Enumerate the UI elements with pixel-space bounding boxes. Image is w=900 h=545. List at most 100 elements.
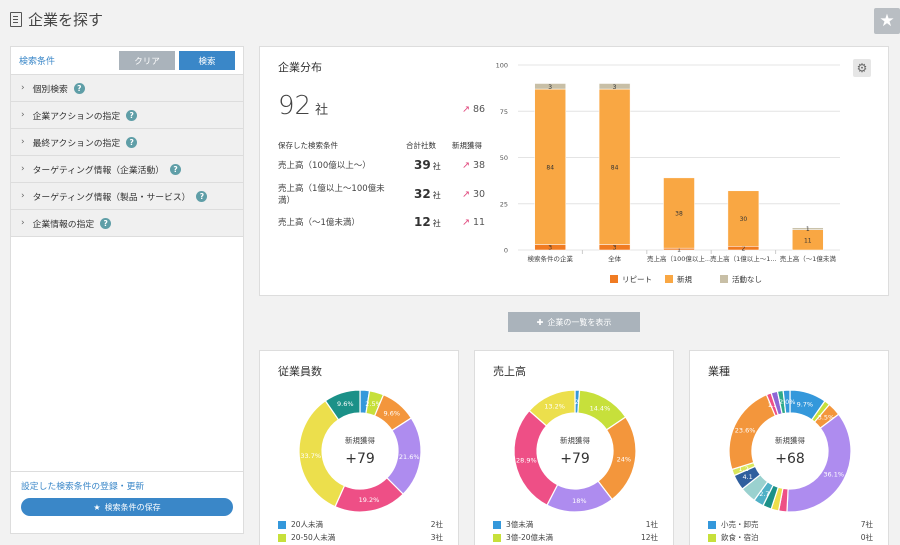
arrow-up-right-icon: ↗ xyxy=(462,217,470,228)
slice-label: 28.9% xyxy=(516,457,537,465)
legend-value: 0社 xyxy=(860,533,873,542)
saved-condition-label[interactable]: 売上高（1億以上～100億未満） xyxy=(278,183,388,207)
page-title: 企業を探す xyxy=(10,9,103,30)
industry-panel: 業種 9.7% 3.5% 36.1% 2.7 4.1 1.2 23.6% 1.2 2.0% 新規獲… xyxy=(689,350,889,545)
legend-label: 20-50人未満 xyxy=(291,533,336,542)
legend-value: 3社 xyxy=(430,533,443,542)
accordion-label: ターゲティング情報（製品・サービス） xyxy=(32,192,191,203)
slice-label: 14.4% xyxy=(590,405,611,413)
x-tick-label: 売上高（1億以上～1... xyxy=(710,254,776,263)
help-icon[interactable]: ? xyxy=(100,217,112,229)
clear-button[interactable]: クリア xyxy=(119,51,175,70)
chevron-right-icon: › xyxy=(21,83,25,93)
accordion-label: 最終アクションの指定 xyxy=(32,138,121,149)
legend-swatch xyxy=(708,520,716,529)
page-header: 企業を探す ★ xyxy=(0,0,900,40)
legend-item: 飲食・宿泊 0社 xyxy=(708,532,873,543)
accordion-label: 個別検索 xyxy=(32,84,68,95)
saved-condition-label[interactable]: 売上高（100億以上～） xyxy=(278,160,388,172)
save-conditions-button[interactable]: ★ 検索条件の保存 xyxy=(21,498,233,516)
legend-value: 7社 xyxy=(860,520,873,529)
favorite-star-button[interactable]: ★ xyxy=(874,8,900,34)
accordion-targeting-activity[interactable]: › ターゲティング情報（企業活動）? xyxy=(11,156,243,183)
document-icon xyxy=(10,12,22,27)
donut-center-value: +79 xyxy=(560,451,590,467)
legend-swatch xyxy=(493,520,501,529)
donut-center-label: 新規獲得 xyxy=(560,435,590,445)
legend-item: 20-50人未満 3社 xyxy=(278,532,443,543)
legend-label: 3億-20億未満 xyxy=(506,533,554,542)
bar-value-label: 1 xyxy=(806,226,810,233)
legend-item: 小売・卸売 7社 xyxy=(708,519,873,530)
help-icon[interactable]: ? xyxy=(196,190,208,202)
slice-label: 33.7% xyxy=(300,452,321,460)
search-conditions-label: 検索条件 xyxy=(19,57,56,67)
accordion-last-action[interactable]: › 最終アクションの指定? xyxy=(11,129,243,156)
legend-value: 1社 xyxy=(645,520,658,529)
slice-label: 36.1% xyxy=(823,471,844,479)
count-unit: 社 xyxy=(432,219,441,228)
legend-item: 3億-20億未満 12社 xyxy=(493,532,658,543)
sales-donut-chart: 1.2%14.4%24%18%28.9%13.2%新規獲得+79 xyxy=(513,389,637,513)
help-icon[interactable]: ? xyxy=(73,82,85,94)
show-company-list-button[interactable]: ✚ 企業の一覧を表示 xyxy=(508,312,640,332)
slice-label: 9.6% xyxy=(337,400,354,408)
slice-label: 4.1 xyxy=(742,473,752,481)
save-conditions-label: 検索条件の保存 xyxy=(104,502,161,512)
count-unit: 社 xyxy=(432,191,441,200)
slice-label: 9.7% xyxy=(797,400,814,408)
register-conditions-link[interactable]: 設定した検索条件の登録・更新 xyxy=(21,479,144,492)
chart-settings-button[interactable]: ⚙ xyxy=(853,59,871,77)
count-unit: 社 xyxy=(432,162,441,171)
donut-center-value: +68 xyxy=(775,451,805,467)
accordion-company-info[interactable]: › 企業情報の指定? xyxy=(11,210,243,237)
legend-label[interactable]: リピート xyxy=(622,275,652,284)
accordion-targeting-product[interactable]: › ターゲティング情報（製品・サービス）? xyxy=(11,183,243,210)
bar-value-label: 3 xyxy=(613,84,617,91)
bar-value-label: 3 xyxy=(613,245,617,252)
star-icon: ★ xyxy=(879,11,895,31)
legend-label: 3億未満 xyxy=(506,520,534,529)
x-tick-label: 売上高（100億以上... xyxy=(647,254,711,263)
accordion-label: ターゲティング情報（企業活動） xyxy=(32,165,165,176)
chevron-right-icon: › xyxy=(21,137,25,147)
saved-condition-label[interactable]: 売上高（～1億未満） xyxy=(278,217,388,229)
legend-item: 3億未満 1社 xyxy=(493,519,658,530)
x-tick-label: 売上高（～1億未満 xyxy=(780,254,837,263)
gear-icon: ⚙ xyxy=(856,61,868,75)
plus-icon: ✚ xyxy=(536,317,544,327)
bar-value-label: 38 xyxy=(675,211,683,218)
legend-label[interactable]: 新規 xyxy=(677,274,692,284)
industry-donut-chart: 9.7%3.5%36.1%2.74.11.223.6%1.2 2.0%新規獲得+6… xyxy=(728,389,852,513)
saved-condition-count: 39 社 xyxy=(414,158,441,172)
saved-condition-count: 12 社 xyxy=(414,215,441,229)
show-list-label: 企業の一覧を表示 xyxy=(547,317,612,327)
legend-value: 2社 xyxy=(430,520,443,529)
accordion-company-action[interactable]: › 企業アクションの指定? xyxy=(11,102,243,129)
help-icon[interactable]: ? xyxy=(126,109,138,121)
col-total-header: 合計社数 xyxy=(406,141,436,150)
legend-label: 20人未満 xyxy=(291,520,324,529)
chevron-right-icon: › xyxy=(21,110,25,120)
slice-label: 23.6% xyxy=(735,427,756,435)
accordion-individual-search[interactable]: › 個別検索? xyxy=(11,75,243,102)
legend-swatch xyxy=(610,275,618,283)
help-icon[interactable]: ? xyxy=(126,136,138,148)
bar-value-label: 3 xyxy=(548,84,552,91)
distribution-bar-chart: 0 25 50 75 100 3 84 3 検索条件の企業 3 84 3 全体 1 38 売上高（100億以上… xyxy=(496,62,840,284)
y-tick-label: 75 xyxy=(500,108,508,116)
bar-value-label: 30 xyxy=(740,216,748,223)
help-icon[interactable]: ? xyxy=(170,163,182,175)
total-count: 92 xyxy=(278,91,312,121)
count-value: 39 xyxy=(414,158,431,172)
search-button[interactable]: 検索 xyxy=(179,51,235,70)
legend-value: 12社 xyxy=(640,533,658,542)
y-tick-label: 100 xyxy=(496,62,508,70)
bar-value-label: 2 xyxy=(741,246,745,253)
slice-label: 18% xyxy=(572,497,586,505)
x-tick-label: 検索条件の企業 xyxy=(527,254,573,263)
legend-label[interactable]: 活動なし xyxy=(732,274,762,284)
saved-condition-count: 32 社 xyxy=(414,187,441,201)
legend-swatch xyxy=(278,520,286,529)
slice-label: 9.6% xyxy=(384,410,401,418)
